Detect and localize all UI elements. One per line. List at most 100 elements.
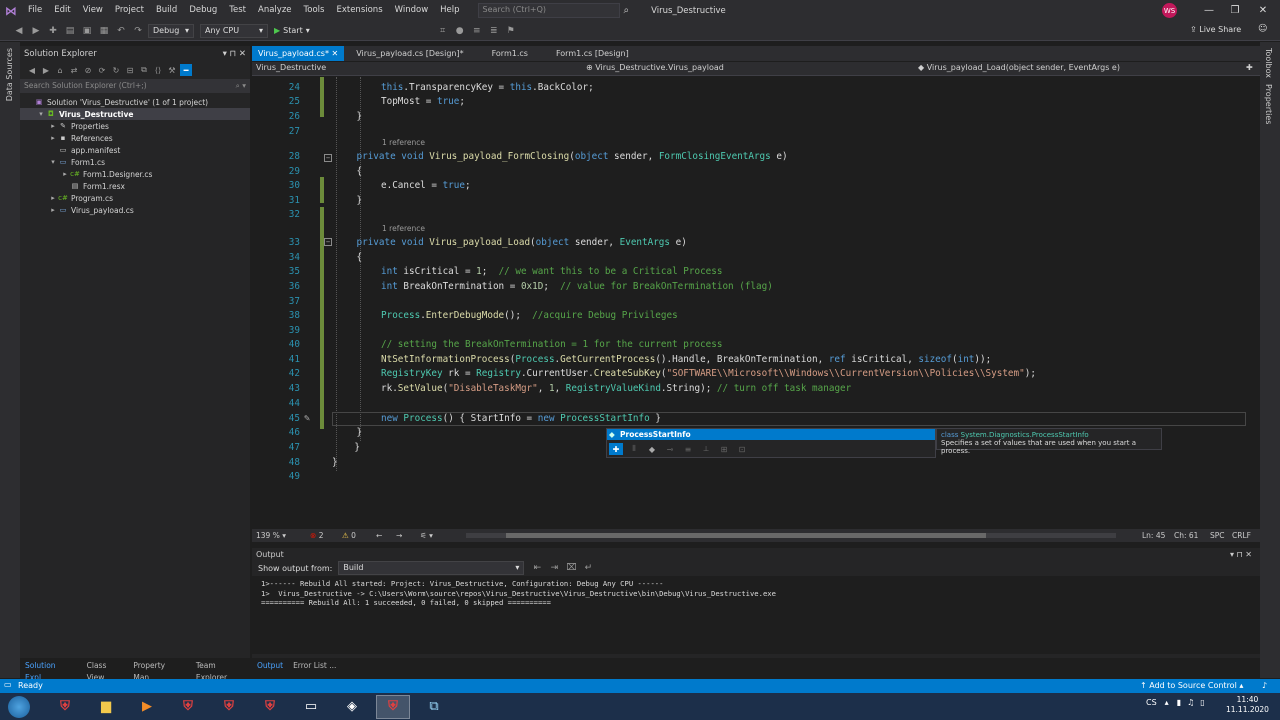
home-icon[interactable]: ⌂ xyxy=(54,64,66,76)
whitespace-mode[interactable]: SPC xyxy=(1210,531,1225,540)
close-icon[interactable]: ✕ xyxy=(1250,0,1276,21)
panel-tab[interactable]: Class View xyxy=(82,660,129,682)
shield-icon[interactable]: ⛨ xyxy=(376,694,410,719)
media-player-icon[interactable]: ▶ xyxy=(130,695,164,719)
new-project-icon[interactable]: ✚ xyxy=(46,24,60,38)
panel-tab[interactable]: Team Explorer xyxy=(191,660,250,682)
document-tab[interactable]: Virus_payload.cs [Design]* xyxy=(350,46,469,61)
menu-window[interactable]: Window xyxy=(389,0,435,21)
back-icon[interactable]: ◀ xyxy=(26,64,38,76)
feedback-icon[interactable]: ☺ xyxy=(1258,24,1267,34)
tree-item[interactable]: ▾ ▭ Form1.cs xyxy=(20,156,250,168)
tree-item[interactable]: ▾ ◘ Virus_Destructive xyxy=(20,108,250,120)
preview-selected-icon[interactable]: ━ xyxy=(180,64,192,76)
start-orb-icon[interactable] xyxy=(8,695,30,718)
panel-tab[interactable]: Output xyxy=(252,660,288,672)
refresh-icon[interactable]: ↻ xyxy=(110,64,122,76)
battery-icon[interactable]: ▯ xyxy=(1200,698,1204,707)
errors-indicator[interactable]: ⊗ 2 xyxy=(310,531,323,540)
menu-help[interactable]: Help xyxy=(434,0,465,21)
pending-changes-icon[interactable]: ⊘ xyxy=(82,64,94,76)
visual-studio-icon[interactable]: ⧉ xyxy=(417,695,451,719)
tree-item[interactable]: ▸ ▪ References xyxy=(20,132,250,144)
menu-extensions[interactable]: Extensions xyxy=(330,0,388,21)
network-icon[interactable]: ▮ xyxy=(1177,698,1181,707)
line-ending-mode[interactable]: CRLF xyxy=(1232,531,1251,540)
save-all-icon[interactable]: ▦ xyxy=(97,24,111,38)
solution-explorer-search-input[interactable]: Search Solution Explorer (Ctrl+;) ⌕ ▾ xyxy=(20,79,250,93)
tree-item[interactable]: ▸ c# Program.cs xyxy=(20,192,250,204)
menu-tools[interactable]: Tools xyxy=(298,0,331,21)
folder-icon[interactable]: ▆ xyxy=(89,695,123,719)
show-all-files-icon[interactable]: ⧉ xyxy=(138,64,150,76)
switch-views-icon[interactable]: ⇄ xyxy=(68,64,80,76)
filter-icon[interactable]: ⚟ ▾ xyxy=(420,531,433,540)
configuration-select[interactable]: Debug ▾ xyxy=(148,23,194,38)
find-icon[interactable]: ⌗ xyxy=(436,24,450,38)
nav-next-icon[interactable]: → xyxy=(396,531,402,540)
shield-icon[interactable]: ⛨ xyxy=(48,695,82,719)
redo-icon[interactable]: ↷ xyxy=(131,24,145,38)
uncomment-icon[interactable]: ≣ xyxy=(487,24,501,38)
tree-item[interactable]: ▣ Solution 'Virus_Destructive' (1 of 1 pr… xyxy=(20,96,250,108)
expand-icon[interactable]: ✚ xyxy=(609,443,623,455)
shield-icon[interactable]: ⛨ xyxy=(171,695,205,719)
intellisense-popup[interactable]: ◆ ProcessStartInfo ✚ ⦀ ◆ ⊸ ≡ ⟂ ⊞ ⊡ xyxy=(606,428,936,458)
output-source-select[interactable]: Build ▾ xyxy=(338,561,525,575)
enum-filter-icon[interactable]: ≡ xyxy=(681,443,695,455)
panel-options-icon[interactable]: ▾ ⊓ ✕ xyxy=(1230,550,1252,559)
start-button[interactable]: ▶ Start ▾ xyxy=(274,26,310,35)
forward-icon[interactable]: ▶ xyxy=(29,24,43,38)
code-lens-references[interactable]: 1 reference xyxy=(382,224,425,233)
sync-icon[interactable]: ⟳ xyxy=(96,64,108,76)
struct-filter-icon[interactable]: ⊞ xyxy=(717,443,731,455)
warnings-indicator[interactable]: ⚠ 0 xyxy=(342,531,356,540)
go-to-previous-icon[interactable]: ⇤ xyxy=(530,561,544,575)
class-dropdown[interactable]: ⊕ Virus_Destructive.Virus_payload xyxy=(586,63,724,72)
bookmark-icon[interactable]: ⚑ xyxy=(504,24,518,38)
panel-tab[interactable]: Error List ... xyxy=(288,660,341,672)
open-folder-icon[interactable]: ▤ xyxy=(63,24,77,38)
expanded-arrow-icon[interactable]: ▾ xyxy=(36,110,46,118)
expanded-arrow-icon[interactable]: ▾ xyxy=(48,158,58,166)
save-icon[interactable]: ▣ xyxy=(80,24,94,38)
notifications-icon[interactable]: ♪ xyxy=(1262,681,1267,690)
tree-item[interactable]: ▸ ✎ Properties xyxy=(20,120,250,132)
menu-view[interactable]: View xyxy=(77,0,109,21)
scrollbar-thumb[interactable] xyxy=(506,533,986,538)
avatar[interactable]: WS xyxy=(1162,3,1177,18)
menu-debug[interactable]: Debug xyxy=(183,0,223,21)
toolbox-tab[interactable]: Toolbox xyxy=(1264,48,1273,78)
menu-test[interactable]: Test xyxy=(223,0,252,21)
search-icon[interactable]: ⌕ xyxy=(624,5,630,16)
menu-edit[interactable]: Edit xyxy=(48,0,76,21)
document-tab[interactable]: Form1.cs xyxy=(486,46,534,61)
panel-tab[interactable]: Property Man... xyxy=(128,660,191,682)
class-filter-icon[interactable]: ◆ xyxy=(645,443,659,455)
source-control-button[interactable]: ↑ Add to Source Control ▴ xyxy=(1140,681,1243,690)
menu-file[interactable]: File xyxy=(22,0,48,21)
document-tab[interactable]: Virus_payload.cs* ✕ xyxy=(252,46,345,61)
collapsed-arrow-icon[interactable]: ▸ xyxy=(48,206,58,214)
collapsed-arrow-icon[interactable]: ▸ xyxy=(48,134,58,142)
go-to-next-icon[interactable]: ⇥ xyxy=(547,561,561,575)
undo-icon[interactable]: ↶ xyxy=(114,24,128,38)
collapsed-arrow-icon[interactable]: ▸ xyxy=(48,122,58,130)
clock[interactable]: 11:40 11.11.2020 xyxy=(1226,695,1269,715)
language-indicator[interactable]: CS xyxy=(1146,698,1157,707)
show-hidden-icons-icon[interactable]: ▴ xyxy=(1165,698,1169,707)
split-view-icon[interactable]: ✚ xyxy=(1246,63,1253,72)
completion-item[interactable]: ◆ ProcessStartInfo xyxy=(607,429,935,440)
clear-all-icon[interactable]: ⌧ xyxy=(564,561,578,575)
code-editor[interactable]: − − ✎ 24 this.TransparencyKey = this.Back… xyxy=(252,77,1248,527)
close-icon[interactable]: ✕ xyxy=(329,49,339,58)
breakpoint-icon[interactable]: ● xyxy=(453,24,467,38)
document-tab[interactable]: Form1.cs [Design] xyxy=(550,46,635,61)
tree-item[interactable]: ▭ app.manifest xyxy=(20,144,250,156)
module-filter-icon[interactable]: ⊡ xyxy=(735,443,749,455)
project-dropdown[interactable]: Virus_Destructive xyxy=(256,63,326,72)
properties-tab[interactable]: Properties xyxy=(1264,84,1273,124)
platform-select[interactable]: Any CPU ▾ xyxy=(200,23,268,38)
word-wrap-icon[interactable]: ↵ xyxy=(581,561,595,575)
zoom-select[interactable]: 139 % ▾ xyxy=(256,531,286,540)
